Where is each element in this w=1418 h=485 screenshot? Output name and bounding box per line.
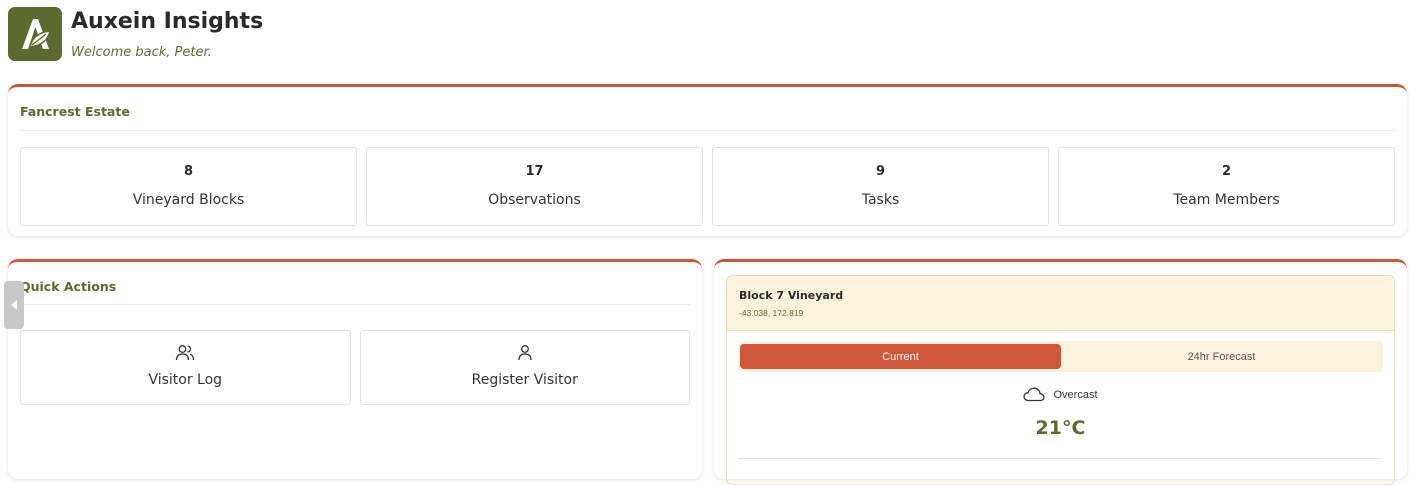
weather-condition-label: Overcast xyxy=(1053,388,1098,401)
stat-label: Observations xyxy=(488,192,581,208)
estate-overview-card: Fancrest Estate 8 Vineyard Blocks 17 Obs… xyxy=(8,84,1407,236)
stat-label: Vineyard Blocks xyxy=(132,192,245,208)
app-title: Auxein Insights xyxy=(71,9,264,34)
stat-card-team-members[interactable]: 2 Team Members xyxy=(1058,147,1395,226)
visitor-log-button[interactable]: Visitor Log xyxy=(20,330,351,405)
stat-value: 2 xyxy=(1221,164,1232,179)
stat-value: 8 xyxy=(183,164,194,179)
register-visitor-label: Register Visitor xyxy=(471,372,578,388)
weather-temperature: 21°C xyxy=(1035,417,1086,439)
weather-card: Block 7 Vineyard -43.038, 172.819 Curren… xyxy=(714,259,1407,485)
weather-coordinates: -43.038, 172.819 xyxy=(739,308,804,318)
app-logo[interactable] xyxy=(8,7,62,61)
tab-24hr-forecast[interactable]: 24hr Forecast xyxy=(1061,344,1382,369)
chevron-left-icon xyxy=(11,300,17,310)
stat-card-tasks[interactable]: 9 Tasks xyxy=(712,147,1049,226)
logo-leaf-icon xyxy=(22,19,51,49)
quick-actions-list: Visitor Log Register Visitor xyxy=(20,330,690,405)
weather-block-name: Block 7 Vineyard xyxy=(739,289,844,302)
stat-label: Tasks xyxy=(861,192,900,208)
weather-header: Block 7 Vineyard -43.038, 172.819 xyxy=(727,276,1394,331)
cloud-icon xyxy=(1023,387,1046,402)
register-visitor-button[interactable]: Register Visitor xyxy=(359,330,690,405)
stat-value: 17 xyxy=(525,164,544,179)
tab-current[interactable]: Current xyxy=(740,344,1061,369)
stat-card-observations[interactable]: 17 Observations xyxy=(366,147,703,226)
user-icon xyxy=(518,345,532,361)
users-icon xyxy=(176,345,195,361)
stat-label: Team Members xyxy=(1173,192,1280,208)
quick-actions-title: Quick Actions xyxy=(20,279,117,294)
estate-stats: 8 Vineyard Blocks 17 Observations 9 Task… xyxy=(20,147,1395,226)
estate-title: Fancrest Estate xyxy=(20,104,130,119)
weather-condition: Overcast xyxy=(727,387,1394,402)
divider xyxy=(20,130,1395,131)
divider xyxy=(20,304,690,305)
sidebar-toggle-button[interactable] xyxy=(4,281,24,329)
stat-value: 9 xyxy=(875,164,886,179)
visitor-log-label: Visitor Log xyxy=(148,372,223,388)
divider xyxy=(738,458,1383,459)
stat-card-vineyard-blocks[interactable]: 8 Vineyard Blocks xyxy=(20,147,357,226)
welcome-message: Welcome back, Peter. xyxy=(71,45,212,60)
weather-panel: Block 7 Vineyard -43.038, 172.819 Curren… xyxy=(726,275,1395,485)
weather-tabs: Current 24hr Forecast xyxy=(739,341,1383,372)
app-header: Auxein Insights Welcome back, Peter. xyxy=(8,7,263,62)
quick-actions-card: Quick Actions Visitor Log Register Visit… xyxy=(8,259,702,479)
